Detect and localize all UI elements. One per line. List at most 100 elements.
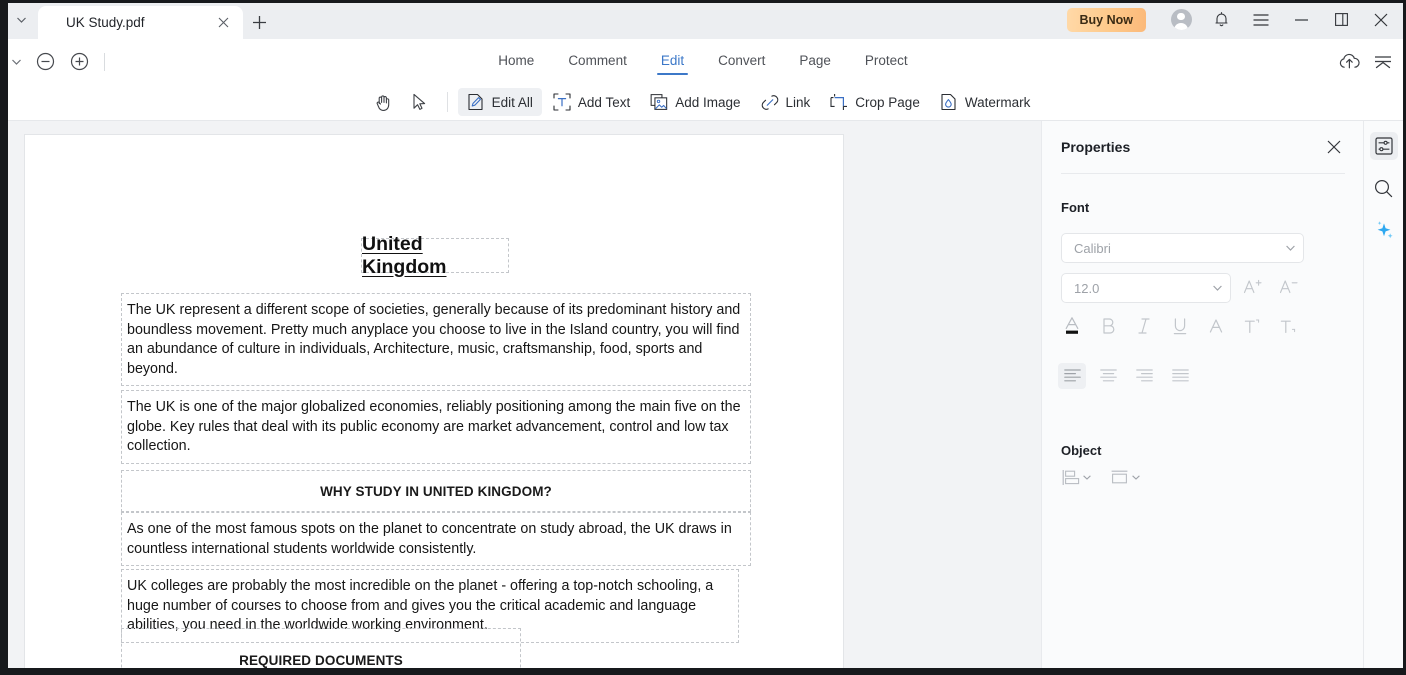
pdf-editor-window: UK Study.pdf Buy Now Home Comment Edit C… bbox=[0, 0, 1406, 675]
panel-title: Properties bbox=[1061, 139, 1131, 155]
increase-font-size-icon[interactable] bbox=[1238, 273, 1266, 299]
tab-convert[interactable]: Convert bbox=[716, 49, 767, 75]
ai-sparkle-icon bbox=[1374, 220, 1394, 240]
pdf-page[interactable]: United Kingdom The UK represent a differ… bbox=[25, 135, 843, 668]
properties-panel-icon bbox=[1374, 137, 1393, 155]
font-section-label: Font bbox=[1061, 200, 1090, 215]
align-right-button[interactable] bbox=[1130, 363, 1158, 389]
object-arrange-button[interactable] bbox=[1106, 463, 1144, 491]
font-size-select[interactable]: 12.0 bbox=[1061, 273, 1231, 303]
tab-page[interactable]: Page bbox=[797, 49, 833, 75]
window-frame-top bbox=[0, 0, 1406, 3]
tool-watermark[interactable]: Watermark bbox=[931, 88, 1040, 116]
tab-home[interactable]: Home bbox=[496, 49, 536, 75]
buy-now-button[interactable]: Buy Now bbox=[1066, 7, 1146, 32]
close-icon[interactable] bbox=[1362, 0, 1400, 39]
align-left-button[interactable] bbox=[1058, 363, 1086, 389]
close-icon[interactable] bbox=[213, 13, 233, 33]
divider bbox=[104, 52, 105, 71]
object-arrange-icon bbox=[1110, 469, 1129, 486]
page-content: United Kingdom The UK represent a differ… bbox=[25, 135, 843, 668]
document-tab[interactable]: UK Study.pdf bbox=[38, 6, 243, 39]
bold-button[interactable] bbox=[1094, 313, 1122, 339]
properties-header: Properties bbox=[1042, 121, 1364, 173]
strikethrough-button[interactable] bbox=[1202, 313, 1230, 339]
text-box-paragraph-2[interactable]: The UK is one of the major globalized ec… bbox=[121, 390, 751, 464]
align-center-button[interactable] bbox=[1094, 363, 1122, 389]
text-box-heading-1[interactable]: WHY STUDY IN UNITED KINGDOM? bbox=[121, 470, 751, 512]
crop-page-icon bbox=[830, 93, 848, 111]
tool-add-text[interactable]: Add Text bbox=[544, 88, 639, 116]
decrease-font-size-icon[interactable] bbox=[1274, 273, 1302, 299]
chevron-down-icon bbox=[1213, 285, 1222, 291]
tool-link[interactable]: Link bbox=[752, 88, 820, 116]
tab-edit[interactable]: Edit bbox=[656, 49, 689, 75]
link-icon bbox=[761, 93, 779, 111]
menu-row-actions bbox=[1336, 49, 1406, 75]
object-section-label: Object bbox=[1061, 443, 1102, 458]
object-align-button[interactable] bbox=[1058, 463, 1095, 491]
bell-icon[interactable] bbox=[1202, 0, 1240, 39]
document-title: United Kingdom bbox=[362, 232, 447, 278]
search-icon bbox=[1374, 179, 1393, 198]
tool-label: Link bbox=[785, 94, 811, 110]
section-heading: WHY STUDY IN UNITED KINGDOM? bbox=[320, 483, 552, 499]
cursor-select-icon[interactable] bbox=[403, 88, 437, 116]
document-canvas[interactable]: United Kingdom The UK represent a differ… bbox=[8, 121, 1041, 668]
text-format-buttons bbox=[1058, 313, 1348, 343]
right-rail bbox=[1363, 121, 1403, 668]
text-box-heading-2[interactable]: REQUIRED DOCUMENTS bbox=[121, 628, 521, 668]
rail-search-button[interactable] bbox=[1370, 174, 1398, 202]
close-icon[interactable] bbox=[1322, 135, 1346, 159]
object-buttons bbox=[1058, 463, 1348, 493]
zoom-out-icon[interactable] bbox=[28, 45, 62, 79]
tool-label: Edit All bbox=[491, 94, 533, 110]
plus-icon[interactable] bbox=[243, 6, 275, 39]
chevron-down-icon bbox=[1083, 474, 1091, 480]
restore-icon[interactable] bbox=[1322, 0, 1360, 39]
tool-label: Add Image bbox=[675, 94, 741, 110]
chevron-down-icon[interactable] bbox=[8, 0, 34, 39]
tool-add-image[interactable]: Add Image bbox=[641, 88, 749, 116]
paragraph-text: As one of the most famous spots on the p… bbox=[127, 521, 732, 557]
text-box-paragraph-1[interactable]: The UK represent a different scope of so… bbox=[121, 293, 751, 387]
add-text-icon bbox=[553, 93, 571, 111]
subscript-button[interactable] bbox=[1274, 313, 1302, 339]
window-controls: Buy Now bbox=[1066, 0, 1406, 39]
tab-protect[interactable]: Protect bbox=[863, 49, 910, 75]
tool-edit-all[interactable]: Edit All bbox=[457, 88, 542, 116]
properties-panel: Properties Font Calibri 12.0 Object bbox=[1041, 121, 1363, 668]
tab-comment[interactable]: Comment bbox=[566, 49, 629, 75]
font-family-select[interactable]: Calibri bbox=[1061, 233, 1304, 263]
rail-properties-button[interactable] bbox=[1369, 132, 1398, 160]
chevron-down-icon bbox=[1286, 245, 1295, 251]
paragraph-text: UK colleges are probably the most incred… bbox=[127, 578, 714, 634]
rail-ai-button[interactable] bbox=[1370, 216, 1398, 244]
object-align-icon bbox=[1062, 469, 1080, 486]
minimize-icon[interactable] bbox=[1282, 0, 1320, 39]
underline-button[interactable] bbox=[1166, 313, 1194, 339]
tool-label: Crop Page bbox=[855, 94, 920, 110]
paragraph-text: The UK is one of the major globalized ec… bbox=[127, 399, 741, 455]
menu-row: Home Comment Edit Convert Page Protect bbox=[0, 39, 1406, 84]
user-avatar-icon[interactable] bbox=[1162, 0, 1200, 39]
window-frame-left bbox=[0, 0, 8, 675]
text-box-paragraph-3[interactable]: As one of the most famous spots on the p… bbox=[121, 512, 751, 567]
font-family-value: Calibri bbox=[1074, 240, 1111, 256]
paragraph-align-buttons bbox=[1058, 363, 1348, 393]
zoom-in-icon[interactable] bbox=[62, 45, 96, 79]
text-box-title[interactable]: United Kingdom bbox=[361, 233, 509, 278]
divider bbox=[446, 92, 448, 112]
cloud-upload-icon[interactable] bbox=[1336, 49, 1362, 75]
italic-button[interactable] bbox=[1130, 313, 1158, 339]
align-justify-button[interactable] bbox=[1166, 363, 1194, 389]
tool-crop-page[interactable]: Crop Page bbox=[821, 88, 929, 116]
add-image-icon bbox=[650, 93, 668, 111]
hamburger-menu-icon[interactable] bbox=[1242, 0, 1280, 39]
collapse-ribbon-icon[interactable] bbox=[1370, 49, 1396, 75]
hand-tool-icon[interactable] bbox=[367, 88, 401, 116]
superscript-button[interactable] bbox=[1238, 313, 1266, 339]
font-color-button[interactable] bbox=[1058, 313, 1086, 339]
window-frame-bottom bbox=[0, 668, 1406, 675]
tab-bar: UK Study.pdf Buy Now bbox=[0, 0, 1406, 39]
